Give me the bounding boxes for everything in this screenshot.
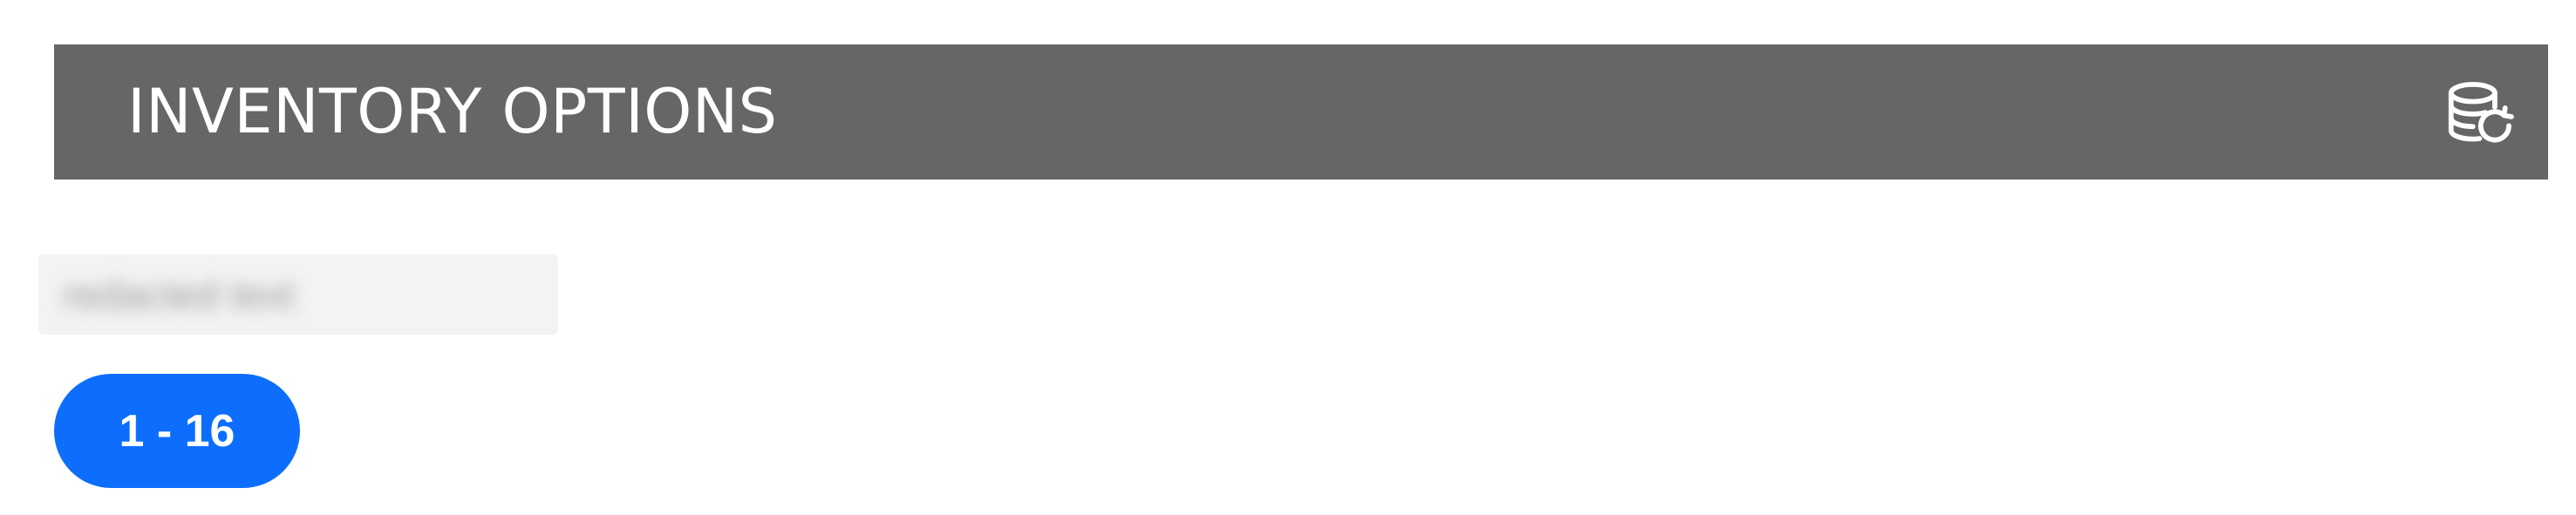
inventory-options-header: INVENTORY OPTIONS bbox=[54, 44, 2548, 180]
database-refresh-icon bbox=[2448, 81, 2514, 143]
database-refresh-button[interactable] bbox=[2442, 76, 2517, 151]
header-title: INVENTORY OPTIONS bbox=[127, 76, 778, 147]
blurred-text: redacted text bbox=[38, 254, 558, 335]
range-badge[interactable]: 1 - 16 bbox=[54, 374, 300, 488]
blurred-text-content: redacted text bbox=[63, 272, 295, 317]
